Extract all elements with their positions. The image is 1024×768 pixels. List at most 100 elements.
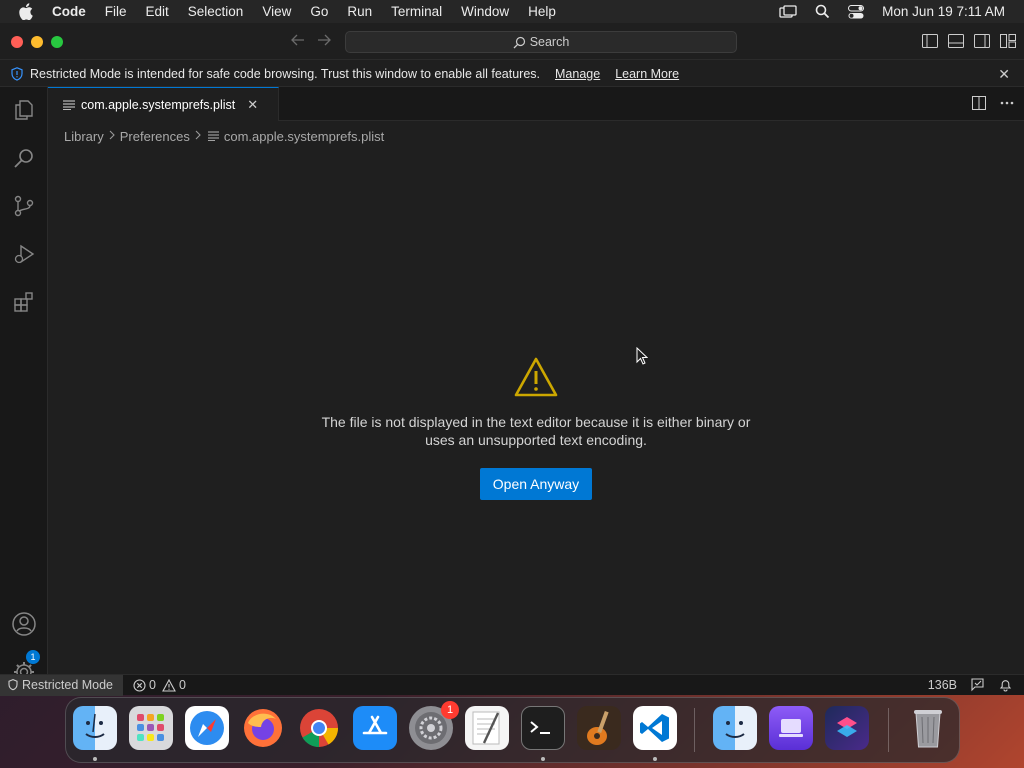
status-bar-right: 136B [914, 678, 1012, 692]
title-bar: Search [0, 23, 1024, 60]
message-line-1: The file is not displayed in the text ed… [321, 414, 751, 430]
restricted-mode-label: Restricted Mode [22, 678, 114, 692]
chevron-right-icon [108, 130, 116, 143]
macos-menubar: Code File Edit Selection View Go Run Ter… [0, 0, 1024, 23]
vscode-icon[interactable] [633, 706, 677, 750]
launchpad-icon[interactable] [129, 706, 173, 750]
app-store-icon[interactable] [353, 706, 397, 750]
close-icon[interactable]: ✕ [998, 66, 1010, 83]
purple-app-icon[interactable] [769, 706, 813, 750]
more-actions-icon[interactable] [1000, 96, 1014, 110]
menu-terminal[interactable]: Terminal [391, 4, 442, 19]
command-center-search[interactable]: Search [345, 31, 737, 53]
shield-icon [11, 66, 23, 81]
macos-dock: 1 [65, 697, 960, 763]
open-anyway-button[interactable]: Open Anyway [480, 468, 592, 500]
terminal-running-dot [541, 757, 545, 761]
menu-run[interactable]: Run [347, 4, 372, 19]
window-close-button[interactable] [11, 36, 23, 48]
message-line-2: uses an unsupported text encoding. [425, 432, 647, 448]
finder-running-dot [93, 757, 97, 761]
breadcrumb-preferences[interactable]: Preferences [120, 129, 190, 144]
accounts-icon[interactable] [10, 610, 38, 638]
binary-file-message: The file is not displayed in the text ed… [48, 413, 1024, 449]
warning-icon [162, 678, 176, 692]
menu-file[interactable]: File [105, 4, 127, 19]
restricted-mode-indicator[interactable]: Restricted Mode [0, 674, 124, 696]
feedback-icon[interactable] [971, 678, 985, 692]
tab-label: com.apple.systemprefs.plist [81, 97, 236, 112]
mouse-pointer-icon [636, 346, 649, 368]
extensions-icon[interactable] [10, 288, 38, 316]
menu-help[interactable]: Help [528, 4, 556, 19]
shortcuts-icon[interactable] [825, 706, 869, 750]
control-center-icon[interactable] [848, 4, 865, 19]
menu-edit[interactable]: Edit [146, 4, 169, 19]
banner-text: Restricted Mode is intended for safe cod… [30, 66, 540, 81]
menu-app-name[interactable]: Code [52, 4, 86, 19]
warning-icon [48, 357, 1024, 397]
spotlight-search-icon[interactable] [815, 4, 830, 19]
manage-link[interactable]: Manage [555, 67, 600, 81]
search-icon[interactable] [10, 144, 38, 172]
chevron-right-icon [194, 130, 202, 143]
vscode-window: Search Restricted Mode is intended for s… [0, 23, 1024, 696]
safari-icon[interactable] [185, 706, 229, 750]
menu-view[interactable]: View [262, 4, 291, 19]
chrome-icon[interactable] [297, 706, 341, 750]
toggle-primary-sidebar-icon[interactable] [922, 34, 938, 48]
restricted-mode-banner: Restricted Mode is intended for safe cod… [0, 61, 1024, 87]
customize-layout-icon[interactable] [1000, 34, 1016, 48]
apple-menu-icon[interactable] [18, 3, 36, 21]
layout-controls [912, 34, 1016, 48]
firefox-icon[interactable] [241, 706, 285, 750]
finder-icon[interactable] [73, 706, 117, 750]
textedit-icon[interactable] [465, 706, 509, 750]
menubar-clock[interactable]: Mon Jun 19 7:11 AM [882, 4, 1005, 19]
breadcrumb-file[interactable]: com.apple.systemprefs.plist [224, 129, 384, 144]
search-label: Search [529, 35, 570, 49]
status-bar: Restricted Mode 0 0 136B [0, 674, 1024, 696]
problems-indicator[interactable]: 0 0 [133, 678, 186, 692]
terminal-icon[interactable] [521, 706, 565, 750]
window-zoom-button[interactable] [51, 36, 63, 48]
tab-systemprefs-plist[interactable]: com.apple.systemprefs.plist ✕ [48, 87, 279, 121]
source-control-icon[interactable] [10, 192, 38, 220]
learn-more-link[interactable]: Learn More [615, 67, 679, 81]
trash-icon[interactable] [906, 706, 950, 750]
error-count: 0 [149, 678, 156, 692]
activity-bar [0, 87, 48, 682]
toggle-secondary-sidebar-icon[interactable] [974, 34, 990, 48]
menu-selection[interactable]: Selection [188, 4, 244, 19]
file-size[interactable]: 136B [928, 678, 957, 692]
menu-go[interactable]: Go [310, 4, 328, 19]
screen-mirroring-icon[interactable] [779, 4, 797, 19]
garageband-icon[interactable] [577, 706, 621, 750]
file-lines-icon [63, 99, 75, 110]
window-minimize-button[interactable] [31, 36, 43, 48]
dock-separator [888, 708, 889, 752]
file-lines-icon [207, 131, 219, 141]
notifications-bell-icon[interactable] [999, 678, 1012, 692]
settings-badge: 1 [441, 701, 459, 719]
vscode-running-dot [653, 757, 657, 761]
run-and-debug-icon[interactable] [10, 240, 38, 268]
breadcrumb-library[interactable]: Library [64, 129, 104, 144]
menubar-status-area: Mon Jun 19 7:11 AM [779, 0, 1024, 23]
binary-file-notice: The file is not displayed in the text ed… [48, 357, 1024, 500]
toggle-panel-icon[interactable] [948, 34, 964, 48]
tab-bar: com.apple.systemprefs.plist ✕ [48, 87, 1024, 121]
finder-icon[interactable] [713, 706, 757, 750]
tab-close-icon[interactable]: ✕ [247, 97, 258, 113]
editor-actions [958, 96, 1014, 110]
menu-window[interactable]: Window [461, 4, 509, 19]
split-editor-icon[interactable] [972, 96, 986, 110]
error-icon [133, 678, 146, 692]
forward-arrow-icon[interactable] [316, 33, 332, 50]
manage-update-badge: 1 [26, 650, 40, 664]
explorer-icon[interactable] [10, 96, 38, 124]
editor-area: com.apple.systemprefs.plist ✕ Library Pr… [48, 87, 1024, 674]
shield-icon [8, 679, 18, 691]
back-arrow-icon[interactable] [290, 33, 306, 50]
search-icon [513, 36, 525, 48]
